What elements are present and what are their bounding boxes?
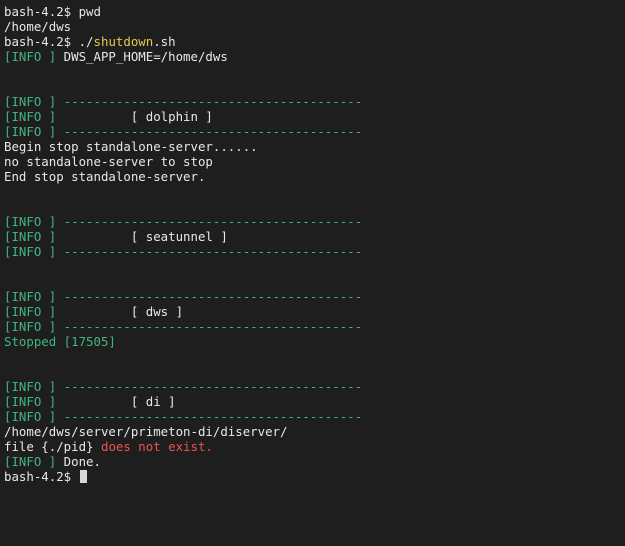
terminal-text: no standalone-server to stop [4,154,213,169]
terminal-line: [INFO ] --------------------------------… [4,124,625,139]
terminal-text: [ di ] [56,394,176,409]
terminal-text: [ seatunnel ] [56,229,228,244]
terminal-text: [INFO ] [4,409,57,424]
terminal-line: [INFO ] --------------------------------… [4,244,625,259]
terminal-line: [INFO ] Done. [4,454,625,469]
terminal-text: [INFO ] [4,49,57,64]
terminal-text: ---------------------------------------- [56,409,363,424]
terminal-line: bash-4.2$ ./shutdown.sh [4,34,625,49]
terminal-text: does not exist. [100,439,213,454]
terminal-text: [ dolphin ] [56,109,213,124]
terminal-text: [INFO ] [4,304,57,319]
terminal-line: [INFO ] --------------------------------… [4,409,625,424]
terminal-text: [INFO ] [4,124,57,139]
terminal-line: no standalone-server to stop [4,154,625,169]
terminal-text: ---------------------------------------- [56,214,363,229]
terminal-line: [INFO ] [ di ] [4,394,625,409]
terminal-text: bash-4.2$ pwd [4,4,101,19]
terminal-text: Done. [56,454,101,469]
terminal-text: file {./pid} [4,439,101,454]
terminal-line: bash-4.2$ pwd [4,4,625,19]
terminal-text: /home/dws [4,19,72,34]
terminal-text: [INFO ] [4,94,57,109]
terminal-line: Stopped [17505] [4,334,625,349]
terminal-line: End stop standalone-server. [4,169,625,184]
terminal-line: [INFO ] --------------------------------… [4,289,625,304]
terminal-text: .sh [153,34,176,49]
terminal-text: End stop standalone-server. [4,169,206,184]
terminal-text: bash-4.2$ [4,469,79,484]
terminal-line: [INFO ] --------------------------------… [4,319,625,334]
terminal-text: [INFO ] [4,379,57,394]
terminal-text: [INFO ] [4,109,57,124]
terminal-text: bash-4.2$ ./ [4,34,94,49]
terminal-line: /home/dws/server/primeton-di/diserver/ [4,424,625,439]
terminal-text: ---------------------------------------- [56,244,363,259]
terminal-line: [INFO ] --------------------------------… [4,379,625,394]
terminal-text: [INFO ] [4,319,57,334]
terminal-text: ---------------------------------------- [56,379,363,394]
terminal-line: Begin stop standalone-server...... [4,139,625,154]
terminal-text: Stopped [17505] [4,334,116,349]
terminal-text: ---------------------------------------- [56,124,363,139]
terminal-text: Begin stop standalone-server...... [4,139,258,154]
terminal-text: /home/dws/server/primeton-di/diserver/ [4,424,288,439]
terminal-line: [INFO ] DWS_APP_HOME=/home/dws [4,49,625,64]
terminal-line: bash-4.2$ [4,469,625,484]
text-cursor[interactable] [79,470,87,483]
terminal-text: ---------------------------------------- [56,289,363,304]
terminal-line: /home/dws [4,19,625,34]
terminal-text: shutdown [93,34,154,49]
terminal-line: file {./pid} does not exist. [4,439,625,454]
terminal-line: [INFO ] --------------------------------… [4,94,625,109]
terminal-text: ---------------------------------------- [56,319,363,334]
terminal-text: DWS_APP_HOME=/home/dws [56,49,228,64]
terminal-line: [INFO ] [ dws ] [4,304,625,319]
terminal-text: [INFO ] [4,214,57,229]
terminal-line: [INFO ] [ dolphin ] [4,109,625,124]
terminal-line: [INFO ] --------------------------------… [4,214,625,229]
terminal-text: [ dws ] [56,304,184,319]
terminal-text: [INFO ] [4,244,57,259]
terminal-text: [INFO ] [4,289,57,304]
terminal-text: [INFO ] [4,229,57,244]
terminal-line: [INFO ] [ seatunnel ] [4,229,625,244]
terminal-window[interactable]: bash-4.2$ pwd/home/dws bash-4.2$ ./shutdo… [0,0,625,546]
terminal-text: [INFO ] [4,394,57,409]
terminal-text: ---------------------------------------- [56,94,363,109]
terminal-text: [INFO ] [4,454,57,469]
